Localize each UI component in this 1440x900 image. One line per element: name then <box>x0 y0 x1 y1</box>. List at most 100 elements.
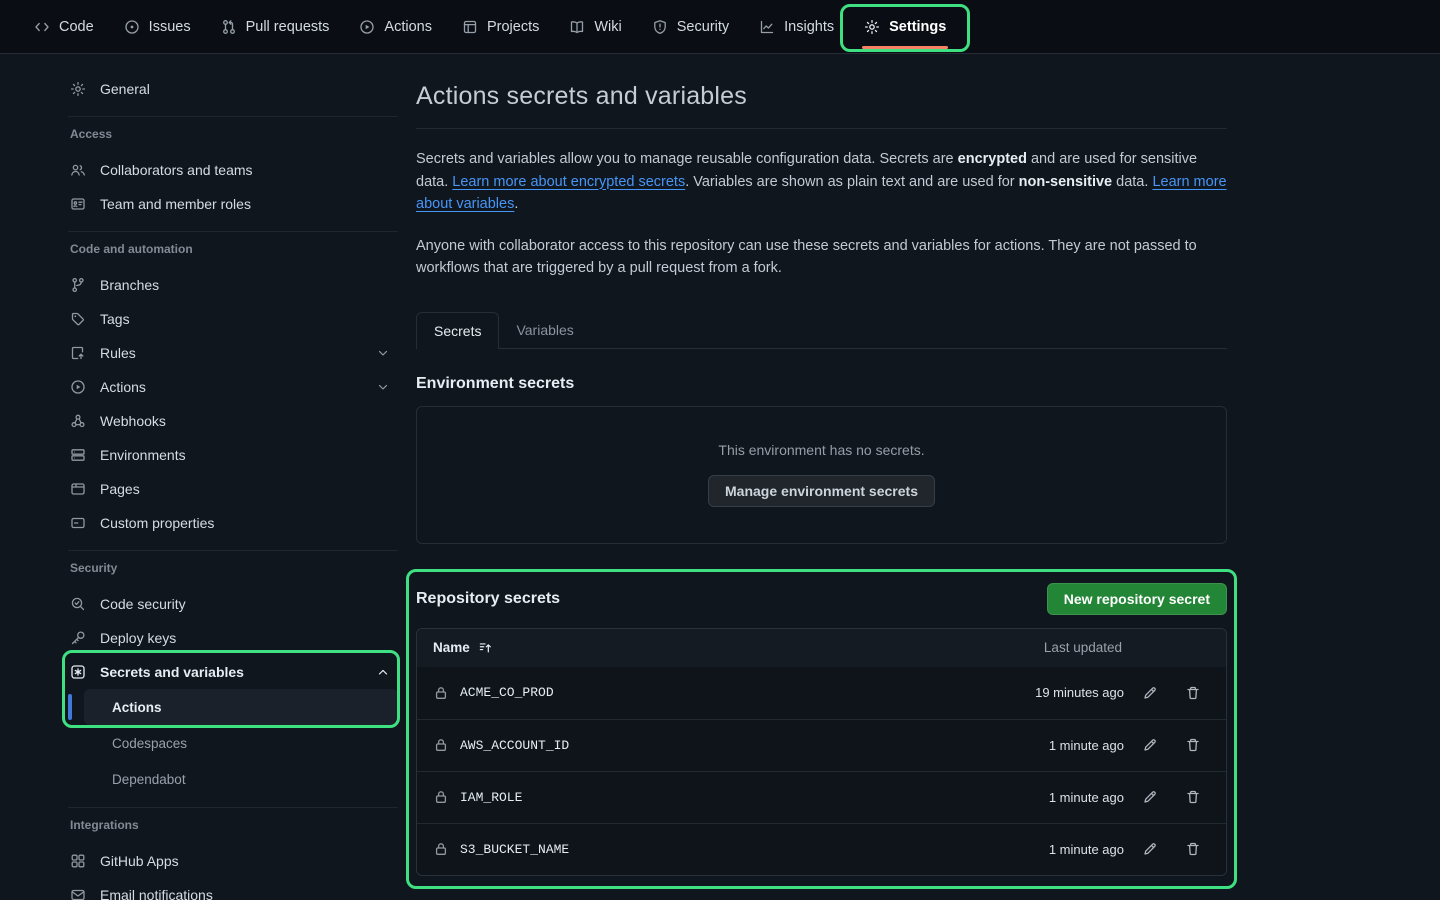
sidebar-item-actions[interactable]: Actions <box>68 370 398 404</box>
sidebar-item-label: Rules <box>100 345 136 361</box>
sidebar-item-secrets-and-variables[interactable]: Secrets and variables <box>68 655 398 689</box>
nav-tab-wiki[interactable]: Wiki <box>557 0 633 53</box>
new-repository-secret-button[interactable]: New repository secret <box>1047 583 1227 615</box>
sidebar-item-label: Webhooks <box>100 413 166 429</box>
sidebar-section-security: Security <box>70 561 398 579</box>
nav-tab-settings[interactable]: Settings <box>852 0 958 53</box>
settings-content: Actions secrets and variables Secrets an… <box>416 82 1227 876</box>
delete-secret-button[interactable] <box>1176 730 1210 760</box>
secrets-table: Name Last updated ACME_CO_PROD 19 minute… <box>416 628 1227 876</box>
environment-secrets-heading: Environment secrets <box>416 375 1227 393</box>
secret-last-updated: 1 minute ago <box>984 842 1124 857</box>
sidebar-item-pages[interactable]: Pages <box>68 472 398 506</box>
secrets-highlight-group: Secrets and variables Actions <box>68 655 398 725</box>
sidebar-divider <box>68 231 398 232</box>
sidebar-item-label: Deploy keys <box>100 630 176 646</box>
sidebar-item-label: Email notifications <box>100 887 213 900</box>
secret-last-updated: 19 minutes ago <box>984 685 1124 700</box>
title-divider <box>416 128 1227 129</box>
browser-icon <box>70 481 86 497</box>
secret-name: IAM_ROLE <box>460 790 522 805</box>
sidebar-item-general[interactable]: General <box>68 72 398 106</box>
edit-secret-button[interactable] <box>1133 834 1167 864</box>
sidebar-divider <box>68 807 398 808</box>
sidebar-item-branches[interactable]: Branches <box>68 268 398 302</box>
edit-secret-button[interactable] <box>1133 730 1167 760</box>
lock-icon <box>433 789 449 805</box>
secret-last-updated: 1 minute ago <box>984 790 1124 805</box>
sidebar-item-label: Branches <box>100 277 159 293</box>
sidebar-subitem-wrap: Actions <box>68 689 398 725</box>
nav-tab-insights[interactable]: Insights <box>747 0 846 53</box>
page-title: Actions secrets and variables <box>416 82 1227 111</box>
selected-indicator-bar <box>68 694 72 720</box>
repository-secrets-header: Repository secrets New repository secret <box>416 583 1227 615</box>
nav-tab-label: Projects <box>487 19 539 35</box>
apps-icon <box>70 853 86 869</box>
sidebar-item-label: Tags <box>100 311 130 327</box>
text-segment: encrypted <box>958 151 1027 167</box>
text-segment: data. <box>1112 174 1152 190</box>
sidebar-item-environments[interactable]: Environments <box>68 438 398 472</box>
table-row: ACME_CO_PROD 19 minutes ago <box>417 667 1226 719</box>
delete-secret-button[interactable] <box>1176 678 1210 708</box>
last-updated-column-header: Last updated <box>1044 640 1122 655</box>
intro-paragraph-2: Anyone with collaborator access to this … <box>416 235 1227 280</box>
sidebar-section-access: Access <box>70 127 398 145</box>
nav-tab-label: Code <box>59 19 94 35</box>
sidebar-item-label: Actions <box>100 379 146 395</box>
sidebar-item-label: GitHub Apps <box>100 853 179 869</box>
sidebar-item-collaborators[interactable]: Collaborators and teams <box>68 153 398 187</box>
sidebar-subitem-dependabot[interactable]: Dependabot <box>68 761 398 797</box>
sidebar-item-team-member-roles[interactable]: Team and member roles <box>68 187 398 221</box>
sidebar-item-email-notifications[interactable]: Email notifications <box>68 878 398 900</box>
nav-tab-security[interactable]: Security <box>640 0 741 53</box>
secret-last-updated: 1 minute ago <box>984 738 1124 753</box>
nav-tab-issues[interactable]: Issues <box>112 0 203 53</box>
sidebar-divider <box>68 550 398 551</box>
nav-tab-actions[interactable]: Actions <box>347 0 444 53</box>
name-column-header[interactable]: Name <box>433 640 493 655</box>
sidebar-divider <box>68 116 398 117</box>
sidebar-item-deploy-keys[interactable]: Deploy keys <box>68 621 398 655</box>
sidebar-item-tags[interactable]: Tags <box>68 302 398 336</box>
delete-secret-button[interactable] <box>1176 834 1210 864</box>
lock-icon <box>433 685 449 701</box>
lock-icon <box>433 841 449 857</box>
delete-secret-button[interactable] <box>1176 782 1210 812</box>
code-icon <box>34 19 50 35</box>
nav-tab-label: Wiki <box>594 19 621 35</box>
manage-environment-secrets-button[interactable]: Manage environment secrets <box>708 475 935 507</box>
secret-name: S3_BUCKET_NAME <box>460 842 569 857</box>
sidebar-subitem-actions[interactable]: Actions <box>84 689 398 725</box>
sidebar-item-custom-properties[interactable]: Custom properties <box>68 506 398 540</box>
sidebar-item-label: Environments <box>100 447 186 463</box>
edit-secret-button[interactable] <box>1133 678 1167 708</box>
rules-icon <box>70 345 86 361</box>
sidebar-item-webhooks[interactable]: Webhooks <box>68 404 398 438</box>
key-icon <box>70 630 86 646</box>
sidebar-item-rules[interactable]: Rules <box>68 336 398 370</box>
shield-icon <box>652 19 668 35</box>
tab-variables[interactable]: Variables <box>499 312 590 348</box>
book-icon <box>569 19 585 35</box>
edit-secret-button[interactable] <box>1133 782 1167 812</box>
gear-icon <box>864 19 880 35</box>
lock-icon <box>433 737 449 753</box>
id-badge-icon <box>70 196 86 212</box>
nav-tab-code[interactable]: Code <box>22 0 106 53</box>
nav-tab-label: Actions <box>384 19 432 35</box>
tag-icon <box>70 311 86 327</box>
tab-secrets[interactable]: Secrets <box>416 312 499 349</box>
server-icon <box>70 447 86 463</box>
projects-table-icon <box>462 19 478 35</box>
inline-link[interactable]: Learn more about encrypted secrets <box>452 174 685 190</box>
sidebar-item-code-security[interactable]: Code security <box>68 587 398 621</box>
nav-tab-projects[interactable]: Projects <box>450 0 551 53</box>
mail-icon <box>70 887 86 900</box>
sidebar-item-github-apps[interactable]: GitHub Apps <box>68 844 398 878</box>
name-header-label: Name <box>433 640 470 655</box>
nav-tab-label: Security <box>677 19 729 35</box>
sidebar-subitem-codespaces[interactable]: Codespaces <box>68 725 398 761</box>
nav-tab-pull-requests[interactable]: Pull requests <box>209 0 342 53</box>
